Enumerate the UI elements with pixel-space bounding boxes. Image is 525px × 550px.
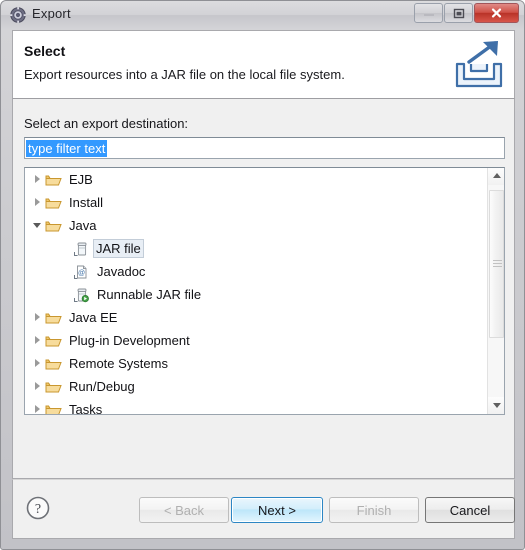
window-title: Export <box>32 6 71 21</box>
minimize-icon[interactable] <box>414 3 443 23</box>
filter-input-value: type filter text <box>26 140 108 157</box>
folder-icon <box>45 402 62 414</box>
tree-item-ejb[interactable]: EJB <box>25 168 488 191</box>
tree-item-plug-in-development[interactable]: Plug-in Development <box>25 329 488 352</box>
tree-item-runnable-jar-file[interactable]: Runnable JAR file <box>25 283 488 306</box>
tree-item-label: Java <box>69 218 97 233</box>
tree-item-label: Runnable JAR file <box>97 287 202 302</box>
folder-icon <box>45 218 62 234</box>
tree-item-label: JAR file <box>93 239 144 258</box>
folder-icon <box>45 379 62 395</box>
chevron-right-icon[interactable] <box>32 381 43 392</box>
finish-button-label: Finish <box>356 502 392 518</box>
tree-item-label: Plug-in Development <box>69 333 190 348</box>
tree-item-label: Install <box>69 195 103 210</box>
export-banner-icon <box>451 38 507 92</box>
tree-item-java-ee[interactable]: Java EE <box>25 306 488 329</box>
scroll-down-icon[interactable] <box>488 397 504 414</box>
wizard-header: Select Export resources into a JAR file … <box>12 30 515 99</box>
tree-item-label: EJB <box>69 172 93 187</box>
help-icon[interactable]: ? <box>25 495 51 521</box>
tree-item-label: Run/Debug <box>69 379 135 394</box>
destination-label: Select an export destination: <box>24 116 189 131</box>
next-button[interactable]: Next > <box>231 497 323 523</box>
export-dialog-window: Export Select Export resources into a JA… <box>0 0 525 550</box>
wizard-body: Select an export destination: type filte… <box>12 99 515 479</box>
cancel-button-label: Cancel <box>449 502 491 518</box>
tree-item-javadoc[interactable]: @ Javadoc <box>25 260 488 283</box>
tree-item-java[interactable]: Java <box>25 214 488 237</box>
folder-icon <box>45 172 62 188</box>
page-title: Select <box>24 43 66 59</box>
chevron-right-icon[interactable] <box>32 197 43 208</box>
tree-item-install[interactable]: Install <box>25 191 488 214</box>
export-wizard-icon <box>10 7 26 23</box>
chevron-down-icon[interactable] <box>32 220 43 231</box>
folder-icon <box>45 333 62 349</box>
tree-item-label: Java EE <box>69 310 118 325</box>
tree-vertical-scrollbar[interactable] <box>487 168 504 414</box>
tree-item-label: Javadoc <box>97 264 146 279</box>
cancel-button[interactable]: Cancel <box>425 497 515 523</box>
jar-file-icon <box>73 241 90 257</box>
tree-item-run-debug[interactable]: Run/Debug <box>25 375 488 398</box>
chevron-right-icon[interactable] <box>32 404 43 414</box>
scroll-up-icon[interactable] <box>488 168 504 185</box>
chevron-right-icon[interactable] <box>32 312 43 323</box>
title-bar[interactable]: Export <box>1 1 524 29</box>
tree-item-jar-file[interactable]: JAR file <box>25 237 488 260</box>
folder-icon <box>45 310 62 326</box>
maximize-icon[interactable] <box>444 3 473 23</box>
tree-scrollport: EJB Install Java JAR file @ Javadoc Runn… <box>25 168 488 414</box>
page-description: Export resources into a JAR file on the … <box>24 67 345 82</box>
back-button-label: < Back <box>163 502 205 518</box>
export-destination-tree[interactable]: EJB Install Java JAR file @ Javadoc Runn… <box>24 167 505 415</box>
scrollbar-thumb[interactable] <box>489 190 504 338</box>
dialog-button-bar: ? < Back Next > Finish Cancel <box>12 479 515 539</box>
back-button[interactable]: < Back <box>139 497 229 523</box>
tree-item-remote-systems[interactable]: Remote Systems <box>25 352 488 375</box>
svg-text:?: ? <box>35 502 41 517</box>
chevron-right-icon[interactable] <box>32 358 43 369</box>
finish-button[interactable]: Finish <box>329 497 419 523</box>
tree-item-label: Remote Systems <box>69 356 168 371</box>
tree-item-tasks[interactable]: Tasks <box>25 398 488 414</box>
javadoc-icon: @ <box>73 264 90 280</box>
svg-text:@: @ <box>78 270 85 277</box>
next-button-label: Next > <box>258 502 296 518</box>
folder-icon <box>45 195 62 211</box>
chevron-right-icon[interactable] <box>32 174 43 185</box>
tree-item-label: Tasks <box>69 402 103 414</box>
runnable-jar-icon <box>73 287 90 303</box>
folder-icon <box>45 356 62 372</box>
scrollbar-grip-icon <box>493 260 502 269</box>
chevron-right-icon[interactable] <box>32 335 43 346</box>
close-icon[interactable] <box>474 3 519 23</box>
filter-input[interactable]: type filter text <box>24 137 505 159</box>
